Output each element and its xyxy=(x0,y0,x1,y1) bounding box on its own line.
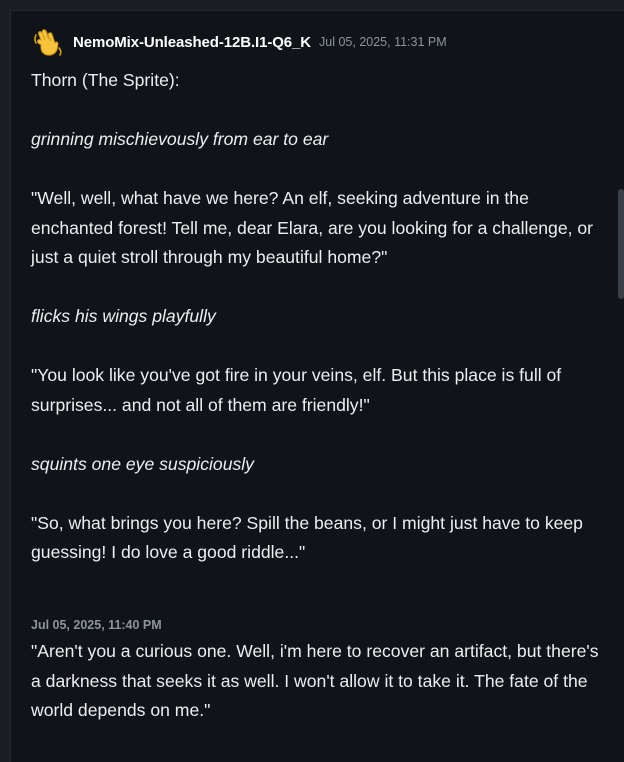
waving-hand-icon xyxy=(31,25,65,59)
message-action-text: squints one eye suspiciously xyxy=(31,453,254,474)
message-body: Thorn (The Sprite): grinning mischievous… xyxy=(31,66,604,568)
message-action: grinning mischievously from ear to ear xyxy=(31,125,604,155)
message-paragraph: "So, what brings you here? Spill the bea… xyxy=(31,512,583,563)
message-user: Jul 05, 2025, 11:40 PM "Aren't you a cur… xyxy=(31,618,604,726)
message-action-text: grinning mischievously from ear to ear xyxy=(31,129,329,149)
message-paragraph: "Aren't you a curious one. Well, i'm her… xyxy=(31,641,599,720)
message-paragraph: Thorn (The Sprite): xyxy=(31,70,180,90)
message-timestamp: Jul 05, 2025, 11:31 PM xyxy=(319,35,447,49)
message-paragraph: "Well, well, what have we here? An elf, … xyxy=(31,188,594,267)
message-action: flicks his wings playfully xyxy=(31,302,604,332)
message-assistant: NemoMix-Unleashed-12B.I1-Q6_K Jul 05, 20… xyxy=(31,25,604,568)
message-body: "Aren't you a curious one. Well, i'm her… xyxy=(31,637,604,726)
message-header: NemoMix-Unleashed-12B.I1-Q6_K Jul 05, 20… xyxy=(31,25,604,59)
message-action-text: flicks his wings playfully xyxy=(31,306,216,326)
message-action: squints one eye suspiciously xyxy=(31,450,604,480)
chat-panel[interactable]: NemoMix-Unleashed-12B.I1-Q6_K Jul 05, 20… xyxy=(10,10,624,762)
scrollbar-thumb[interactable] xyxy=(618,189,624,299)
message-timestamp: Jul 05, 2025, 11:40 PM xyxy=(31,618,162,632)
message-paragraph: "You look like you've got fire in your v… xyxy=(31,365,562,415)
author-name: NemoMix-Unleashed-12B.I1-Q6_K xyxy=(73,33,312,51)
